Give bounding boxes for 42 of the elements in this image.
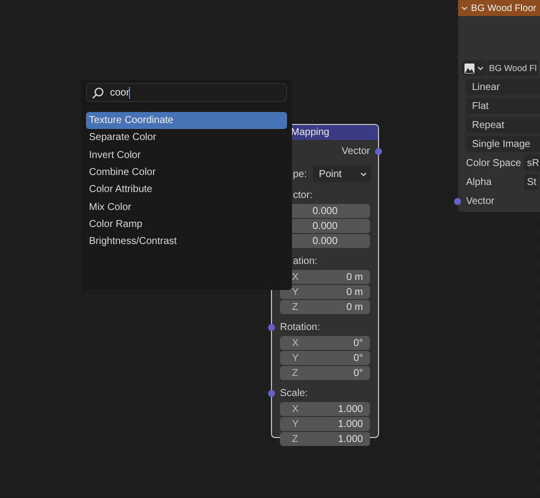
- search-result[interactable]: Texture Coordinate: [86, 112, 287, 130]
- dropdown[interactable]: Linear: [466, 79, 540, 95]
- property-dropdown[interactable]: St: [524, 174, 538, 190]
- caret-icon: [461, 6, 468, 10]
- dropdown[interactable]: Flat: [466, 98, 540, 114]
- socket-dot[interactable]: [268, 324, 275, 331]
- number-field[interactable]: X 1.000: [280, 402, 370, 416]
- search-result[interactable]: Combine Color: [86, 164, 287, 182]
- number-field[interactable]: Z 0°: [280, 366, 370, 380]
- node-title: Mapping: [291, 127, 330, 138]
- property-dropdown[interactable]: sR: [524, 155, 540, 171]
- type-dropdown[interactable]: Point: [312, 166, 371, 182]
- socket-label: Vector: [466, 196, 494, 206]
- image-browse-button[interactable]: [462, 60, 486, 76]
- caret-icon: [360, 172, 367, 176]
- node-title: BG Wood Floor: [471, 2, 536, 14]
- number-field[interactable]: X 0°: [280, 336, 370, 350]
- socket-dot[interactable]: [375, 148, 382, 155]
- dropdown[interactable]: Single Image: [466, 136, 540, 152]
- search-field[interactable]: coor: [86, 83, 287, 102]
- number-field[interactable]: Z 0 m: [280, 300, 370, 314]
- search-result[interactable]: Color Attribute: [86, 181, 287, 198]
- search-icon: [92, 86, 104, 98]
- section-label: Scale:: [280, 388, 308, 398]
- number-field[interactable]: Y 0°: [280, 351, 370, 365]
- image-name-field[interactable]: BG Wood Fl: [487, 60, 538, 76]
- search-result[interactable]: Invert Color: [86, 146, 287, 164]
- dropdown[interactable]: Repeat: [466, 117, 540, 133]
- socket-label: Vector: [342, 146, 370, 156]
- number-field[interactable]: Z 1.000: [280, 432, 370, 446]
- socket-dot[interactable]: [268, 390, 275, 397]
- section-label: ation:: [293, 256, 318, 266]
- property-label: Alpha: [466, 176, 493, 188]
- number-field[interactable]: Y 0 m: [280, 285, 370, 299]
- image-icon: [464, 62, 475, 74]
- number-field[interactable]: Y 1.000: [280, 417, 370, 431]
- section-label: ctor:: [293, 190, 312, 200]
- caret-icon: [477, 66, 484, 70]
- section-label: Rotation:: [280, 322, 320, 332]
- socket-dot[interactable]: [454, 198, 461, 205]
- node-header[interactable]: BG Wood Floor: [458, 0, 540, 16]
- property-label: pe:: [293, 168, 307, 180]
